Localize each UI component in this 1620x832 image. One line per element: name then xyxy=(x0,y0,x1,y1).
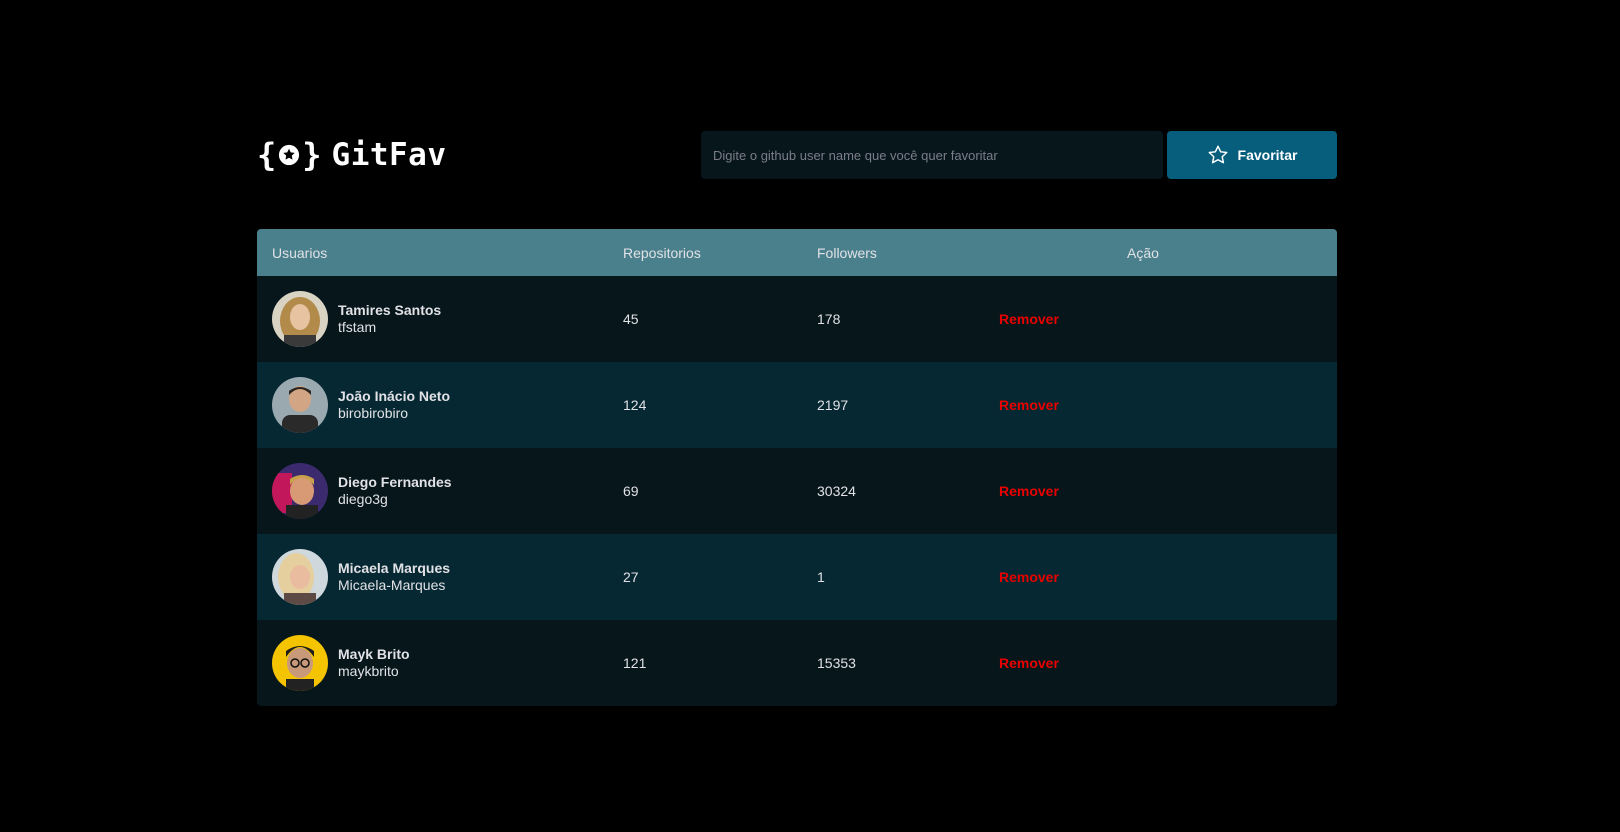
user-name: Micaela Marques xyxy=(338,560,451,576)
avatar xyxy=(272,549,328,605)
repositories-count: 27 xyxy=(623,569,639,585)
user-login: Micaela-Marques xyxy=(338,577,446,593)
avatar xyxy=(272,463,328,519)
user-name: Diego Fernandes xyxy=(338,474,452,490)
search-input[interactable] xyxy=(701,131,1163,179)
user-login: diego3g xyxy=(338,491,388,507)
favorite-button[interactable]: Favoritar xyxy=(1167,131,1337,179)
repositories-count: 69 xyxy=(623,483,639,499)
user-info: Mayk Brito maykbrito xyxy=(272,635,623,691)
logo: { } GitFav xyxy=(257,137,447,173)
user-info: João Inácio Neto birobirobiro xyxy=(272,377,623,433)
app: { } GitFav Favoritar Usuarios R xyxy=(257,131,1337,706)
column-header-action: Ação xyxy=(1127,244,1159,261)
repositories-count: 45 xyxy=(623,311,639,327)
logo-text: GitFav xyxy=(331,137,447,173)
table-header-row: Usuarios Repositorios Followers Ação xyxy=(257,229,1337,276)
user-info: Micaela Marques Micaela-Marques xyxy=(272,549,623,605)
user-name: Mayk Brito xyxy=(338,646,410,662)
user-login: birobirobiro xyxy=(338,405,409,421)
user-name: Tamires Santos xyxy=(338,302,442,318)
table-row: João Inácio Neto birobirobiro 124 2197 R… xyxy=(257,362,1337,448)
star-icon xyxy=(1208,145,1227,164)
remove-button[interactable]: Remover xyxy=(999,311,1059,327)
table-row: Mayk Brito maykbrito 121 15353 Remover xyxy=(257,620,1337,706)
user-login: tfstam xyxy=(338,319,377,335)
repositories-count: 124 xyxy=(623,397,647,413)
remove-button[interactable]: Remover xyxy=(999,483,1059,499)
star-braces-icon: { } xyxy=(257,136,322,174)
table-row: Tamires Santos tfstam 45 178 Remover xyxy=(257,276,1337,362)
column-header-users: Usuarios xyxy=(272,244,328,261)
header: { } GitFav Favoritar xyxy=(257,131,1337,179)
search-bar: Favoritar xyxy=(701,131,1337,179)
column-header-repositories: Repositorios xyxy=(623,244,701,261)
avatar xyxy=(272,635,328,691)
column-header-followers: Followers xyxy=(817,244,877,261)
repositories-count: 121 xyxy=(623,655,647,671)
remove-button[interactable]: Remover xyxy=(999,569,1059,585)
avatar xyxy=(272,377,328,433)
remove-button[interactable]: Remover xyxy=(999,397,1059,413)
table-row: Diego Fernandes diego3g 69 30324 Remover xyxy=(257,448,1337,534)
user-login: maykbrito xyxy=(338,663,399,679)
avatar xyxy=(272,291,328,347)
user-info: Diego Fernandes diego3g xyxy=(272,463,623,519)
user-name: João Inácio Neto xyxy=(338,388,451,404)
remove-button[interactable]: Remover xyxy=(999,655,1059,671)
favorite-button-label: Favoritar xyxy=(1237,147,1298,163)
favorites-table: Usuarios Repositorios Followers Ação Tam… xyxy=(257,229,1337,706)
table-row: Micaela Marques Micaela-Marques 27 1 Rem… xyxy=(257,534,1337,620)
user-info: Tamires Santos tfstam xyxy=(272,291,623,347)
